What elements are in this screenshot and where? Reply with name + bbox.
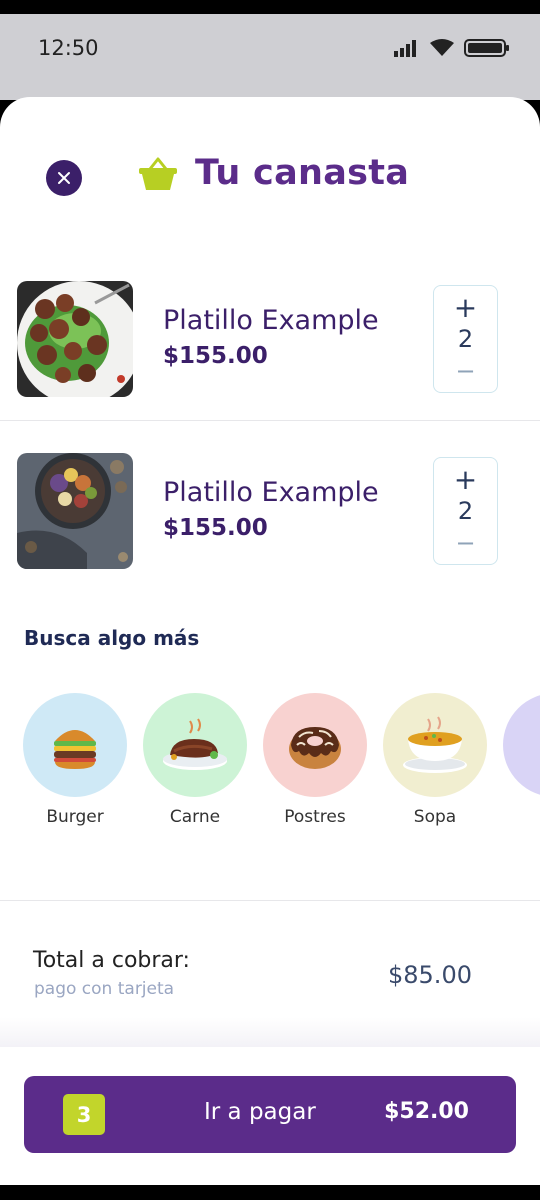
item-name: Platillo Example — [163, 477, 379, 508]
close-icon — [58, 172, 70, 184]
page-title: Tu canasta — [195, 153, 410, 193]
total-label: Total a cobrar: — [33, 948, 190, 973]
donut-icon — [289, 727, 341, 769]
bottom-black-bar — [0, 1185, 540, 1200]
close-button[interactable] — [46, 160, 82, 196]
category-circle — [503, 693, 540, 797]
payment-method: pago con tarjeta — [34, 979, 175, 999]
decrease-button[interactable]: − — [434, 526, 497, 560]
total-value: $85.00 — [388, 961, 472, 989]
top-black-bar — [0, 0, 540, 14]
quantity-value: 2 — [457, 497, 474, 525]
status-icons — [394, 38, 510, 58]
category-circle — [143, 693, 247, 797]
checkout-amount: $52.00 — [384, 1099, 469, 1124]
partial-icon — [535, 725, 540, 765]
basket-icon — [139, 157, 177, 190]
checkout-button[interactable]: 3 Ir a pagar $52.00 — [24, 1076, 516, 1153]
increase-button[interactable]: + — [434, 290, 497, 326]
category-partial[interactable]: S — [503, 693, 540, 827]
dish-image — [17, 453, 133, 569]
soup-icon — [403, 716, 467, 773]
quantity-stepper: + 2 − — [433, 457, 498, 565]
category-label: Sopa — [413, 807, 457, 827]
dish-image — [17, 281, 133, 397]
increase-button[interactable]: + — [434, 462, 497, 498]
category-postres[interactable]: Postres — [263, 693, 367, 827]
category-label: Carne — [169, 807, 221, 827]
item-price: $155.00 — [163, 343, 268, 369]
divider — [0, 900, 540, 901]
basket-sheet: Tu canasta Platillo Example $155.00 + 2 … — [0, 97, 540, 1185]
burger-icon — [54, 730, 96, 769]
steak-icon — [163, 718, 227, 770]
category-label: S — [503, 807, 540, 827]
category-carne[interactable]: Carne — [143, 693, 247, 827]
wifi-icon — [430, 39, 454, 56]
status-time: 12:50 — [38, 36, 99, 60]
category-label: Postres — [284, 807, 346, 827]
cart-item: Platillo Example $155.00 + 2 − — [0, 421, 540, 593]
summary-fade — [0, 1017, 540, 1047]
category-circle — [263, 693, 367, 797]
category-label: Burger — [46, 807, 104, 827]
decrease-button[interactable]: − — [434, 354, 497, 388]
category-sopa[interactable]: Sopa — [383, 693, 487, 827]
category-circle — [383, 693, 487, 797]
category-burger[interactable]: Burger — [23, 693, 127, 827]
item-count-badge: 3 — [63, 1094, 105, 1135]
checkout-label: Ir a pagar — [204, 1099, 316, 1125]
signal-icon — [394, 40, 416, 57]
category-circle — [23, 693, 127, 797]
item-name: Platillo Example — [163, 305, 379, 336]
status-bar: 12:50 — [0, 14, 540, 100]
suggestions-title: Busca algo más — [24, 626, 200, 650]
quantity-value: 2 — [457, 325, 474, 353]
quantity-stepper: + 2 − — [433, 285, 498, 393]
item-price: $155.00 — [163, 515, 268, 541]
cart-item: Platillo Example $155.00 + 2 − — [0, 249, 540, 421]
battery-icon — [464, 39, 509, 57]
